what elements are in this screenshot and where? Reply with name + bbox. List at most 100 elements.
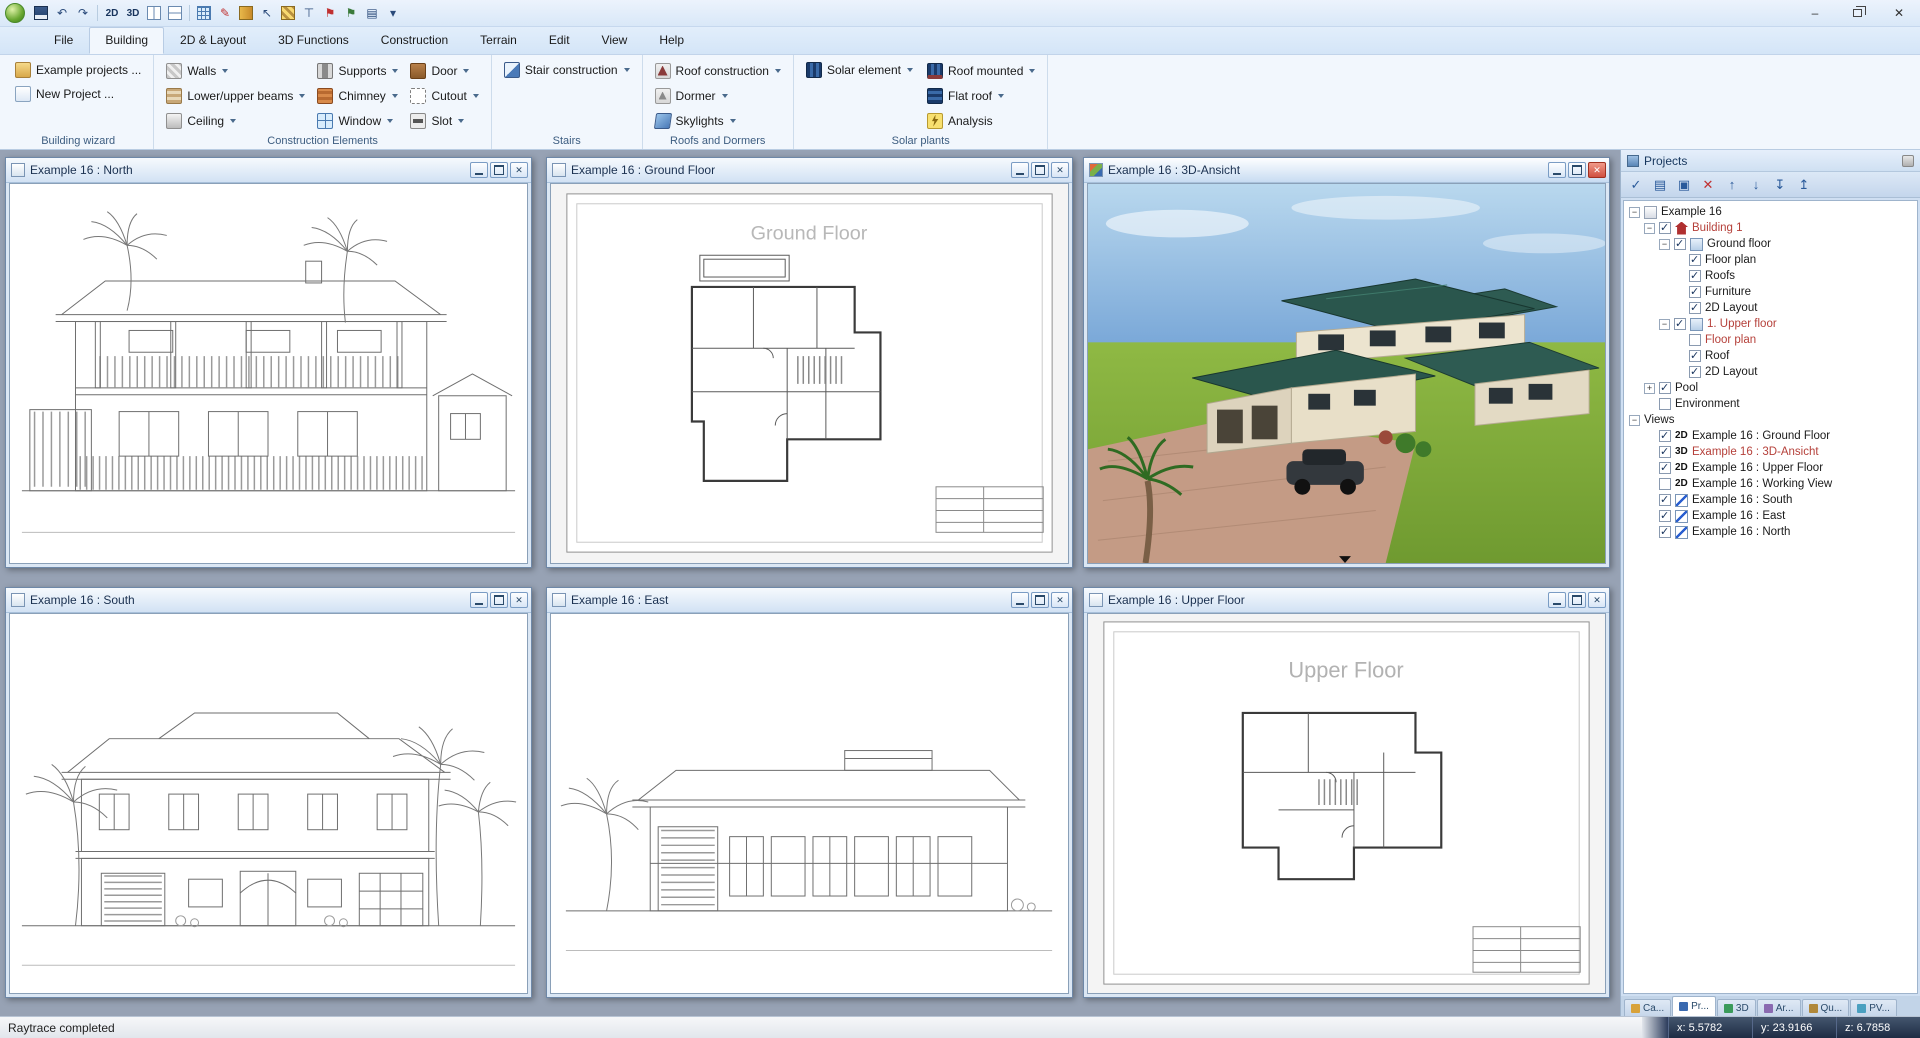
window-titlebar[interactable]: Example 16 : East — [547, 588, 1072, 613]
window-3d-view[interactable]: Example 16 : 3D-Ansicht — [1083, 157, 1610, 568]
3d-render[interactable] — [1088, 184, 1605, 563]
sort-asc-icon[interactable]: ↧ — [1769, 175, 1791, 195]
window-titlebar[interactable]: Example 16 : Upper Floor — [1084, 588, 1609, 613]
dropdown-arrow-icon[interactable] — [392, 69, 398, 73]
window-close-button[interactable] — [510, 592, 528, 608]
dropdown-arrow-icon[interactable] — [730, 119, 736, 123]
dropdown-arrow-icon[interactable] — [387, 119, 393, 123]
layers-icon[interactable]: ▤ — [362, 3, 382, 23]
ruler-icon[interactable] — [236, 3, 256, 23]
tree-checkbox[interactable] — [1689, 334, 1701, 346]
sort-desc-icon[interactable]: ↥ — [1793, 175, 1815, 195]
window-minimize-button[interactable] — [1548, 592, 1566, 608]
window-north[interactable]: Example 16 : North — [5, 157, 532, 568]
close-button[interactable]: ✕ — [1878, 0, 1920, 27]
tab-quantities[interactable]: Qu... — [1802, 999, 1850, 1016]
tree-item-roof[interactable]: Roof — [1624, 348, 1917, 364]
tree-item-view-south[interactable]: Example 16 : South — [1624, 492, 1917, 508]
window-close-button[interactable] — [1051, 162, 1069, 178]
tree-item-pool[interactable]: Pool — [1624, 380, 1917, 396]
dropdown-arrow-icon[interactable] — [722, 94, 728, 98]
window-button[interactable]: Window — [313, 109, 402, 133]
tab-building[interactable]: Building — [89, 27, 164, 54]
move-down-icon[interactable]: ↓ — [1745, 175, 1767, 195]
marker-flag-icon[interactable]: ⚑ — [341, 3, 361, 23]
window-maximize-button[interactable] — [1031, 162, 1049, 178]
delete-icon[interactable]: ✕ — [1697, 175, 1719, 195]
window-maximize-button[interactable] — [490, 592, 508, 608]
skylights-button[interactable]: Skylights — [651, 109, 785, 133]
tree-checkbox[interactable] — [1659, 510, 1671, 522]
dropdown-arrow-icon[interactable] — [463, 69, 469, 73]
ceiling-button[interactable]: Ceiling — [162, 109, 309, 133]
dropdown-arrow-icon[interactable] — [907, 68, 913, 72]
tree-expander-icon[interactable] — [1659, 319, 1670, 330]
flag-icon[interactable]: ⚑ — [320, 3, 340, 23]
tree-item-upper-floor-plan[interactable]: Floor plan — [1624, 332, 1917, 348]
window-upper-floor[interactable]: Example 16 : Upper Floor Upper Floor — [1083, 587, 1610, 998]
undo-icon[interactable]: ↶ — [52, 3, 72, 23]
tab-pv[interactable]: PV... — [1850, 999, 1897, 1016]
tree-item-view-ground-floor[interactable]: 2D Example 16 : Ground Floor — [1624, 428, 1917, 444]
restore-button[interactable] — [1836, 0, 1878, 27]
tree-item-upper-floor[interactable]: 1. Upper floor — [1624, 316, 1917, 332]
solar-element-button[interactable]: Solar element — [802, 58, 917, 82]
tree-checkbox[interactable] — [1659, 494, 1671, 506]
tab-view[interactable]: View — [586, 27, 644, 54]
tree-expander-icon[interactable] — [1629, 415, 1640, 426]
tree-checkbox[interactable] — [1674, 318, 1686, 330]
window-close-button[interactable] — [1588, 592, 1606, 608]
window-minimize-button[interactable] — [1548, 162, 1566, 178]
tab-2d-layout[interactable]: 2D & Layout — [164, 27, 262, 54]
tree-checkbox[interactable] — [1689, 270, 1701, 282]
tree-item-environment[interactable]: Environment — [1624, 396, 1917, 412]
tab-terrain[interactable]: Terrain — [464, 27, 533, 54]
beams-button[interactable]: Lower/upper beams — [162, 84, 309, 108]
tree-item-floor-plan[interactable]: Floor plan — [1624, 252, 1917, 268]
window-minimize-button[interactable] — [470, 162, 488, 178]
hatch-icon[interactable] — [278, 3, 298, 23]
tree-item-furniture[interactable]: Furniture — [1624, 284, 1917, 300]
window-titlebar[interactable]: Example 16 : South — [6, 588, 531, 613]
example-projects-button[interactable]: Example projects ... — [11, 58, 145, 82]
window-maximize-button[interactable] — [490, 162, 508, 178]
window-close-button[interactable] — [1051, 592, 1069, 608]
tree-item-view-working-view[interactable]: 2D Example 16 : Working View — [1624, 476, 1917, 492]
tab-area[interactable]: Ar... — [1757, 999, 1801, 1016]
dropdown-arrow-icon[interactable] — [458, 119, 464, 123]
roof-mounted-button[interactable]: Roof mounted — [923, 59, 1039, 83]
tree-checkbox[interactable] — [1689, 254, 1701, 266]
move-up-icon[interactable]: ↑ — [1721, 175, 1743, 195]
tree-item-upper-2d-layout[interactable]: 2D Layout — [1624, 364, 1917, 380]
tab-file[interactable]: File — [38, 27, 89, 54]
supports-button[interactable]: Supports — [313, 59, 402, 83]
window-minimize-button[interactable] — [1011, 162, 1029, 178]
dropdown-arrow-icon[interactable] — [299, 94, 305, 98]
view-2d-icon[interactable]: 2D — [102, 3, 122, 23]
report-icon[interactable]: ▤ — [1649, 175, 1671, 195]
tree-expander-icon[interactable] — [1659, 239, 1670, 250]
dropdown-arrow-icon[interactable] — [624, 68, 630, 72]
window-maximize-button[interactable] — [1568, 592, 1586, 608]
tree-item-roofs[interactable]: Roofs — [1624, 268, 1917, 284]
window-ground-floor[interactable]: Example 16 : Ground Floor Ground Floor — [546, 157, 1073, 568]
tree-expander-icon[interactable] — [1644, 223, 1655, 234]
save-icon[interactable] — [31, 3, 51, 23]
tree-checkbox[interactable] — [1689, 366, 1701, 378]
tree-checkbox[interactable] — [1689, 302, 1701, 314]
window-titlebar[interactable]: Example 16 : Ground Floor — [547, 158, 1072, 183]
cutout-button[interactable]: Cutout — [406, 84, 482, 108]
tree-checkbox[interactable] — [1659, 222, 1671, 234]
stair-construction-button[interactable]: Stair construction — [500, 58, 634, 82]
window-close-button[interactable] — [510, 162, 528, 178]
tree-item-view-3d-ansicht[interactable]: 3D Example 16 : 3D-Ansicht — [1624, 444, 1917, 460]
tree-expander-icon[interactable] — [1629, 207, 1640, 218]
chimney-button[interactable]: Chimney — [313, 84, 402, 108]
dropdown-arrow-icon[interactable] — [222, 69, 228, 73]
tree-item-view-east[interactable]: Example 16 : East — [1624, 508, 1917, 524]
tree-checkbox[interactable] — [1659, 430, 1671, 442]
dropdown-arrow-icon[interactable] — [775, 69, 781, 73]
tsquare-icon[interactable]: ⊤ — [299, 3, 319, 23]
tab-edit[interactable]: Edit — [533, 27, 586, 54]
window-maximize-button[interactable] — [1031, 592, 1049, 608]
